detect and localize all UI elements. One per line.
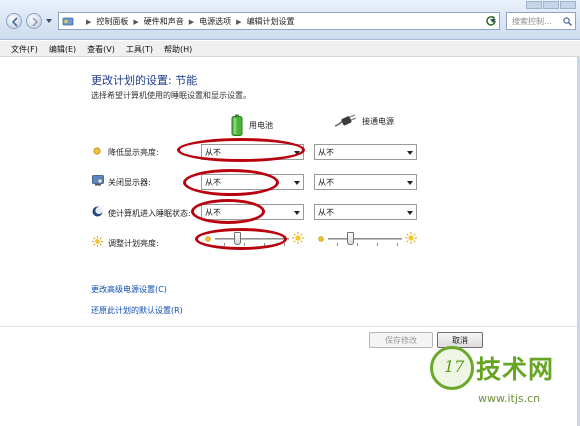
chevron-down-icon [407, 151, 413, 155]
annotation-ellipse [177, 138, 305, 162]
breadcrumb-edit-plan[interactable]: 编辑计划设置 [247, 16, 295, 27]
watermark-name: 技术网 [476, 355, 555, 384]
chevron-down-icon [407, 181, 413, 185]
chevron-down-icon [407, 211, 413, 215]
dim-display-icon [93, 147, 101, 155]
annotation-ellipse [183, 169, 279, 196]
brightness-label: 调整计划亮度: [108, 239, 159, 248]
save-button[interactable]: 保存修改 [369, 332, 433, 348]
slider-tick [337, 243, 338, 246]
sleep-label: 使计算机进入睡眠状态: [108, 209, 191, 218]
breadcrumb-separator: ▶ [188, 17, 195, 26]
menu-view[interactable]: 查看(V) [82, 41, 121, 56]
menu-tools[interactable]: 工具(T) [121, 41, 159, 56]
watermark-logo-text: 17 [444, 357, 465, 376]
menu-edit[interactable]: 编辑(E) [44, 41, 82, 56]
breadcrumb-hardware-sound[interactable]: 硬件和声音 [144, 16, 184, 27]
breadcrumb-control-panel[interactable]: 控制面板 [96, 16, 128, 27]
divider [0, 326, 580, 327]
breadcrumb-separator: ▶ [86, 17, 92, 26]
control-panel-icon [62, 17, 74, 26]
sleep-plugged-select[interactable]: 从不 [314, 204, 417, 220]
power-plug-icon [334, 114, 356, 127]
chevron-down-icon [294, 211, 300, 215]
search-placeholder: 搜索控制... [512, 17, 552, 26]
cancel-button[interactable]: 取消 [437, 332, 483, 348]
sleep-plugged-value: 从不 [318, 208, 334, 217]
page-subtitle: 选择希望计算机使用的睡眠设置和显示设置。 [91, 91, 251, 100]
forward-arrow-icon [32, 17, 39, 27]
brightness-high-icon [405, 232, 417, 244]
back-arrow-icon [11, 17, 18, 27]
plugged-column-header: 接通电源 [334, 114, 394, 128]
annotation-ellipse [191, 199, 265, 224]
brightness-high-icon [292, 232, 304, 244]
battery-icon [231, 114, 243, 136]
turn-off-display-plugged-select[interactable]: 从不 [314, 174, 417, 190]
address-bar: ▶ 控制面板 ▶ 硬件和声音 ▶ 电源选项 ▶ 编辑计划设置 搜索控制... [0, 0, 580, 40]
dim-display-plugged-select[interactable]: 从不 [314, 144, 417, 160]
close-button[interactable] [560, 1, 576, 9]
slider-tick [284, 243, 285, 246]
search-input[interactable]: 搜索控制... [506, 12, 576, 30]
search-icon[interactable] [563, 17, 572, 26]
breadcrumb-power-options[interactable]: 电源选项 [199, 16, 231, 27]
page-title: 更改计划的设置: 节能 [91, 74, 198, 87]
slider-tick [397, 243, 398, 246]
brightness-plugged-slider[interactable] [347, 232, 355, 245]
breadcrumb-separator: ▶ [133, 17, 139, 26]
refresh-icon[interactable] [484, 14, 498, 28]
breadcrumb-separator: ▶ [236, 17, 242, 26]
slider-tick [377, 243, 378, 246]
monitor-icon [92, 175, 104, 186]
brightness-plugged-track[interactable] [328, 238, 402, 240]
menu-help[interactable]: 帮助(H) [159, 41, 198, 56]
dim-display-label: 降低显示亮度: [108, 148, 159, 157]
maximize-button[interactable] [543, 1, 559, 9]
menu-file[interactable]: 文件(F) [6, 41, 44, 56]
address-path[interactable]: ▶ 控制面板 ▶ 硬件和声音 ▶ 电源选项 ▶ 编辑计划设置 [58, 12, 500, 30]
battery-column-header: 用电池 [231, 114, 273, 136]
dim-display-plugged-value: 从不 [318, 148, 334, 157]
forward-button[interactable] [26, 13, 42, 29]
window-controls [526, 1, 576, 9]
brightness-icon [92, 236, 103, 247]
watermark-url: www.itjs.cn [478, 392, 541, 405]
sleep-moon-icon [92, 206, 103, 217]
chevron-down-icon [294, 181, 300, 185]
menu-bar: 文件(F) 编辑(E) 查看(V) 工具(T) 帮助(H) [0, 41, 580, 57]
turn-off-display-label: 关闭显示器: [108, 178, 151, 187]
plugged-column-label: 接通电源 [362, 116, 394, 126]
restore-defaults-link[interactable]: 还原此计划的默认设置(R) [91, 305, 183, 316]
minimize-button[interactable] [526, 1, 542, 9]
history-dropdown-icon[interactable] [46, 19, 52, 23]
slider-tick [357, 243, 358, 246]
advanced-settings-link[interactable]: 更改高级电源设置(C) [91, 284, 167, 295]
brightness-low-icon [318, 236, 324, 242]
annotation-ellipse [195, 228, 287, 250]
turn-off-display-plugged-value: 从不 [318, 178, 334, 187]
battery-column-label: 用电池 [249, 120, 273, 130]
back-button[interactable] [6, 13, 22, 29]
